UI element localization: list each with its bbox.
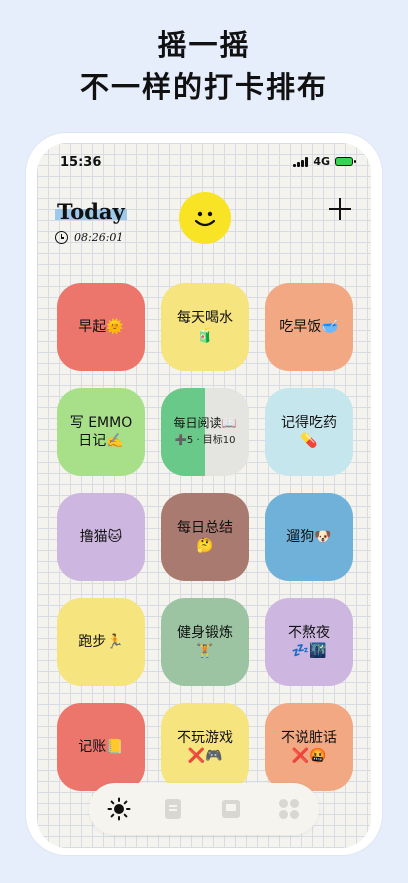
habit-label: 不说脏话 ❌🤬	[281, 730, 337, 764]
headline-line-1: 摇一摇	[157, 28, 251, 62]
document-icon	[165, 799, 181, 819]
tab-bar	[89, 783, 319, 835]
habit-label: 吃早饭🥣	[279, 319, 339, 335]
clock-icon	[55, 231, 68, 244]
timer-text: 08:26:01	[74, 231, 124, 244]
add-habit-button[interactable]	[327, 196, 353, 222]
habit-card[interactable]: 每日阅读📖 ➕5 · 目标10	[161, 388, 249, 476]
timer-row: 08:26:01	[55, 231, 123, 244]
habit-progress-text: ➕5 · 目标10	[174, 435, 236, 446]
habit-card[interactable]: 跑步🏃	[57, 598, 145, 686]
habit-label: 记账📒	[78, 739, 124, 755]
habit-label: 写 EMMO 日记✍️	[69, 415, 133, 449]
habit-label: 早起🌞	[78, 319, 124, 335]
habit-card[interactable]: 健身锻炼 🏋️	[161, 598, 249, 686]
habit-card[interactable]: 每日总结 🤔	[161, 493, 249, 581]
habit-card[interactable]: 撸猫🐱	[57, 493, 145, 581]
habit-card[interactable]: 写 EMMO 日记✍️	[57, 388, 145, 476]
network-type: 4G	[313, 155, 330, 168]
grid-dots-icon	[279, 799, 299, 819]
signal-icon	[293, 156, 309, 167]
status-indicators: 4G	[293, 155, 356, 168]
status-time: 15:36	[60, 155, 102, 170]
habit-label: 每日总结 🤔	[177, 520, 233, 554]
habit-card[interactable]: 每天喝水 🧃	[161, 283, 249, 371]
habit-label: 不熬夜 💤🌃	[288, 625, 330, 659]
habit-label: 每天喝水 🧃	[177, 310, 233, 344]
habit-label: 健身锻炼 🏋️	[177, 625, 233, 659]
app-screen: 15:36 4G Today 08:26:01 早起🌞 每天喝水 🧃 吃早饭🥣 写 EM…	[37, 143, 371, 848]
habit-label: 撸猫🐱	[79, 529, 123, 545]
headline-line-2: 不一样的打卡排布	[79, 70, 328, 104]
page-title: Today	[55, 199, 127, 224]
window-icon	[222, 800, 240, 818]
habit-card[interactable]: 不玩游戏 ❌🎮	[161, 703, 249, 791]
habit-card[interactable]: 吃早饭🥣	[265, 283, 353, 371]
habit-card[interactable]: 记得吃药 💊	[265, 388, 353, 476]
battery-charging-icon	[335, 157, 356, 166]
tab-today[interactable]	[105, 795, 133, 823]
habit-card[interactable]: 记账📒	[57, 703, 145, 791]
habit-card[interactable]: 不说脏话 ❌🤬	[265, 703, 353, 791]
tab-more[interactable]	[275, 795, 303, 823]
habit-label: 跑步🏃	[78, 634, 124, 650]
smiley-face-icon[interactable]	[179, 192, 231, 244]
habit-label: 记得吃药 💊	[281, 415, 337, 449]
tab-notes[interactable]	[159, 795, 187, 823]
habit-card[interactable]: 不熬夜 💤🌃	[265, 598, 353, 686]
tab-review[interactable]	[217, 795, 245, 823]
habit-label: 遛狗🐶	[286, 529, 332, 545]
habit-label: 每日阅读📖	[173, 416, 237, 430]
habit-label: 不玩游戏 ❌🎮	[177, 730, 233, 764]
habit-card[interactable]: 遛狗🐶	[265, 493, 353, 581]
sun-icon	[107, 797, 131, 821]
habit-card[interactable]: 早起🌞	[57, 283, 145, 371]
